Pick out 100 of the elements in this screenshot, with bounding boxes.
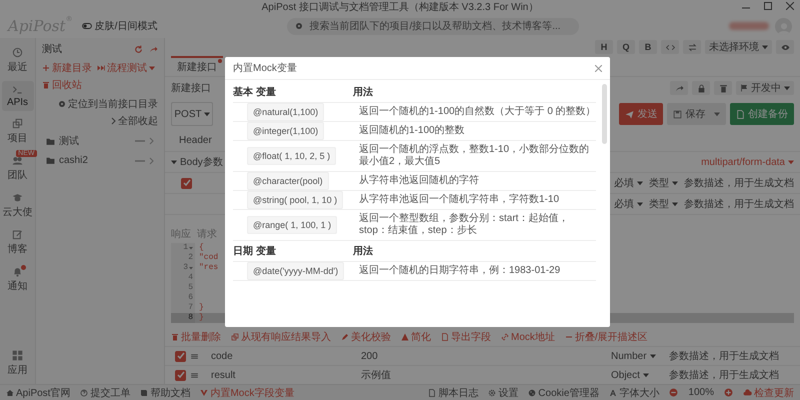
- status-link[interactable]: 字体大小: [609, 386, 660, 400]
- collapse-link[interactable]: 全部收起: [111, 114, 158, 128]
- code-button[interactable]: [661, 40, 679, 54]
- caret-icon: [637, 201, 643, 207]
- send-button[interactable]: 发送: [619, 103, 664, 125]
- response-action[interactable]: 导出字段: [441, 330, 491, 344]
- locate-link[interactable]: 定位到当前接口目录: [58, 97, 158, 111]
- backup-button[interactable]: 创建备份: [730, 103, 794, 125]
- field-name[interactable]: result: [211, 370, 361, 380]
- send-icon: [625, 110, 634, 118]
- checkbox[interactable]: [175, 350, 186, 362]
- response-action[interactable]: Mock地址: [501, 330, 555, 344]
- folder-name[interactable]: cashi2: [59, 155, 131, 166]
- description-field[interactable]: 参数描述，用于生成文档: [669, 368, 779, 382]
- response-action[interactable]: 简化: [401, 330, 431, 344]
- swap-button[interactable]: [683, 40, 701, 54]
- description-field[interactable]: 参数描述，用于生成文档: [669, 349, 779, 363]
- nav-item[interactable]: 最近: [2, 44, 34, 77]
- variable-field[interactable]: @string( pool, 1, 10 ): [247, 190, 344, 208]
- required-select[interactable]: 必填: [614, 176, 643, 190]
- status-link[interactable]: Cookie管理器: [528, 386, 600, 400]
- nav-item[interactable]: 云大使: [2, 189, 34, 222]
- field-name[interactable]: code: [211, 350, 361, 362]
- save-button[interactable]: 保存: [667, 103, 726, 125]
- type-select[interactable]: Object: [611, 370, 659, 380]
- tree-action[interactable]: 新建目录: [42, 61, 92, 75]
- response-tab[interactable]: 响应: [171, 227, 191, 241]
- nav-item[interactable]: APIs: [2, 81, 34, 111]
- body-section-toggle[interactable]: Body参数: [171, 155, 223, 169]
- status-link[interactable]: 帮助文档: [140, 386, 190, 400]
- code-text: "cod: [198, 253, 218, 263]
- delete-button[interactable]: [714, 81, 732, 95]
- fold-icon[interactable]: [189, 246, 193, 250]
- variable-field[interactable]: @date('yyyy-MM-dd'): [247, 262, 344, 280]
- update-link[interactable]: 检查更新: [743, 386, 794, 400]
- chevron-icon[interactable]: [149, 137, 154, 145]
- description-field[interactable]: 参数描述，用于生成文档: [684, 176, 794, 190]
- format-button[interactable]: H: [595, 40, 613, 54]
- description-field[interactable]: 参数描述，用于生成文档: [684, 197, 794, 211]
- response-action[interactable]: 从现有响应结果导入: [231, 330, 331, 344]
- column-heading: 日期 变量: [233, 244, 277, 258]
- line-number: 1: [171, 243, 195, 253]
- copy-icon: [231, 333, 239, 341]
- type-select[interactable]: Number: [611, 350, 659, 362]
- format-button[interactable]: Q: [617, 40, 635, 54]
- method-select[interactable]: POST: [171, 102, 213, 126]
- response-action[interactable]: 批量删除: [171, 330, 221, 344]
- response-tab[interactable]: 请求: [197, 227, 217, 241]
- variable-field[interactable]: @range( 1, 100, 1 ): [247, 216, 338, 234]
- type-select[interactable]: 类型: [649, 176, 678, 190]
- scrollbar[interactable]: [602, 84, 607, 144]
- nav-item[interactable]: 应用: [2, 347, 34, 380]
- search-field[interactable]: 搜索当前团队下的项目/接口以及帮助文档、技术博客等...: [287, 18, 579, 34]
- required-select[interactable]: 必填: [614, 197, 643, 211]
- folder-name[interactable]: 测试: [59, 134, 131, 148]
- environment-select[interactable]: 未选择环境: [705, 40, 772, 54]
- type-select[interactable]: 类型: [649, 197, 678, 211]
- format-button[interactable]: B: [639, 40, 657, 54]
- param-tab[interactable]: Header: [171, 134, 220, 146]
- tree-action[interactable]: 回收站: [42, 78, 82, 92]
- close-icon[interactable]: [786, 2, 794, 10]
- lock-button[interactable]: [692, 81, 710, 95]
- tree-action[interactable]: 流程测试: [97, 61, 155, 75]
- caret-icon: [650, 353, 656, 359]
- nav-item[interactable]: 项目: [2, 115, 34, 148]
- eye-button[interactable]: [776, 40, 794, 54]
- close-icon[interactable]: [595, 64, 602, 72]
- status-link[interactable]: ApiPost官网: [6, 386, 70, 400]
- share-button[interactable]: [670, 81, 688, 95]
- target-icon: [58, 100, 66, 108]
- api-name[interactable]: 新建接口: [171, 81, 211, 95]
- status-link[interactable]: 设置: [488, 386, 518, 400]
- status-link[interactable]: 提交工单: [80, 386, 130, 400]
- cloud-icon: [743, 388, 752, 397]
- status-select[interactable]: 开发中: [736, 81, 794, 95]
- checkbox[interactable]: [175, 370, 186, 380]
- nav-item[interactable]: 通知: [2, 263, 34, 296]
- checkbox[interactable]: [181, 178, 192, 188]
- variable-field[interactable]: @character(pool): [247, 172, 329, 190]
- response-action[interactable]: 美化校验: [341, 330, 391, 344]
- status-link[interactable]: 脚本日志: [428, 386, 478, 400]
- variable-field[interactable]: @integer(1,100): [247, 122, 324, 140]
- variable-field[interactable]: @float( 1, 10, 2, 5 ): [247, 146, 336, 164]
- column-heading: 用法: [353, 86, 374, 99]
- redacted-name: [729, 22, 769, 30]
- usage-text: 返回一个随机的1-100的自然数（大于等于 0 的整数）: [359, 106, 596, 118]
- content-type-select[interactable]: multipart/form-data: [701, 156, 794, 168]
- line-number: 6: [171, 293, 195, 303]
- field-value[interactable]: 示例值: [361, 368, 611, 382]
- response-action[interactable]: 折叠/展开描述区: [564, 330, 648, 344]
- nav-item[interactable]: 博客: [2, 226, 34, 259]
- variable-field[interactable]: @natural(1,100): [247, 102, 324, 120]
- more-icon[interactable]: [135, 139, 145, 143]
- maximize-icon[interactable]: [764, 2, 772, 10]
- fold-icon[interactable]: [189, 266, 193, 270]
- status-link[interactable]: 内置Mock字段变量: [200, 386, 294, 400]
- theme-toggle[interactable]: 皮肤/日间模式: [82, 19, 158, 33]
- chevron-icon[interactable]: [149, 156, 154, 164]
- field-value[interactable]: 200: [361, 350, 611, 362]
- more-icon[interactable]: [135, 158, 145, 162]
